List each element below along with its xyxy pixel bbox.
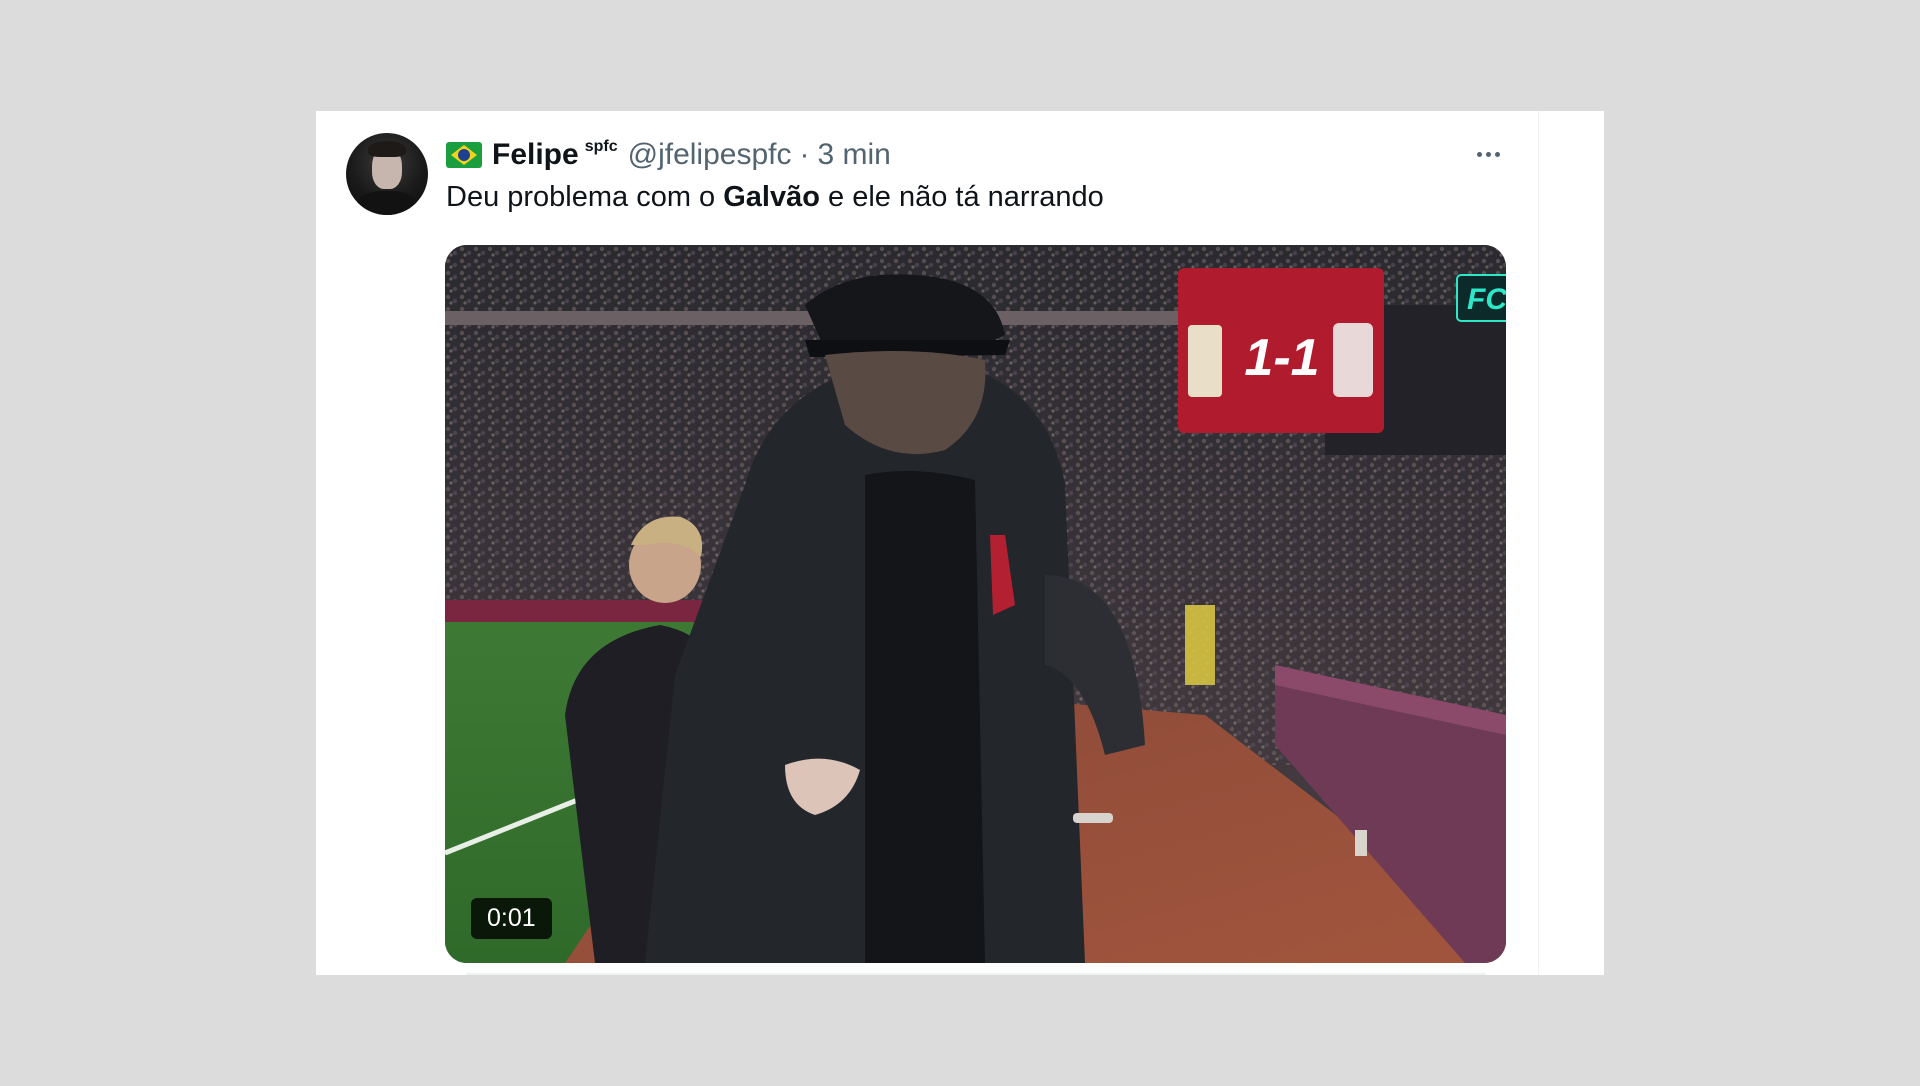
more-horizontal-icon[interactable] (1468, 139, 1508, 169)
avatar-body (356, 191, 418, 215)
author-name-tag[interactable]: spfc (585, 138, 618, 156)
author-handle[interactable]: @jfelipespfc (628, 138, 792, 172)
tweet-card[interactable]: Felipe spfc @jfelipespfc · 3 min Deu pro… (316, 111, 1604, 975)
tweet-text-start: Deu problema com o (446, 181, 724, 213)
tweet-text-bold: Galvão (723, 181, 820, 213)
more-dot (1476, 151, 1482, 157)
header-separator: · (799, 138, 810, 171)
column-divider (1538, 111, 1539, 975)
avatar[interactable] (346, 133, 428, 215)
tweet-timestamp[interactable]: 3 min (817, 138, 890, 172)
author-name[interactable]: Felipe (492, 138, 579, 172)
video-player[interactable]: 1-1 FC 0:01 (445, 245, 1506, 963)
scoreboard-score: 1-1 (1244, 329, 1319, 387)
tweet-header: Felipe spfc @jfelipespfc · 3 min (446, 135, 891, 175)
video-duration: 0:01 (471, 898, 552, 939)
tweet-text-end: e ele não tá narrando (819, 181, 1104, 213)
card-bottom-edge (466, 973, 1486, 975)
tweet-text: Deu problema com o Galvão e ele não tá n… (446, 181, 1104, 214)
more-dot (1485, 151, 1491, 157)
channel-logo: FC (1467, 283, 1506, 316)
more-dot (1494, 151, 1500, 157)
flag-globe (458, 149, 470, 161)
avatar-hair (368, 141, 406, 157)
brazil-flag-icon (446, 142, 482, 168)
video-frame: 1-1 FC (445, 245, 1506, 963)
